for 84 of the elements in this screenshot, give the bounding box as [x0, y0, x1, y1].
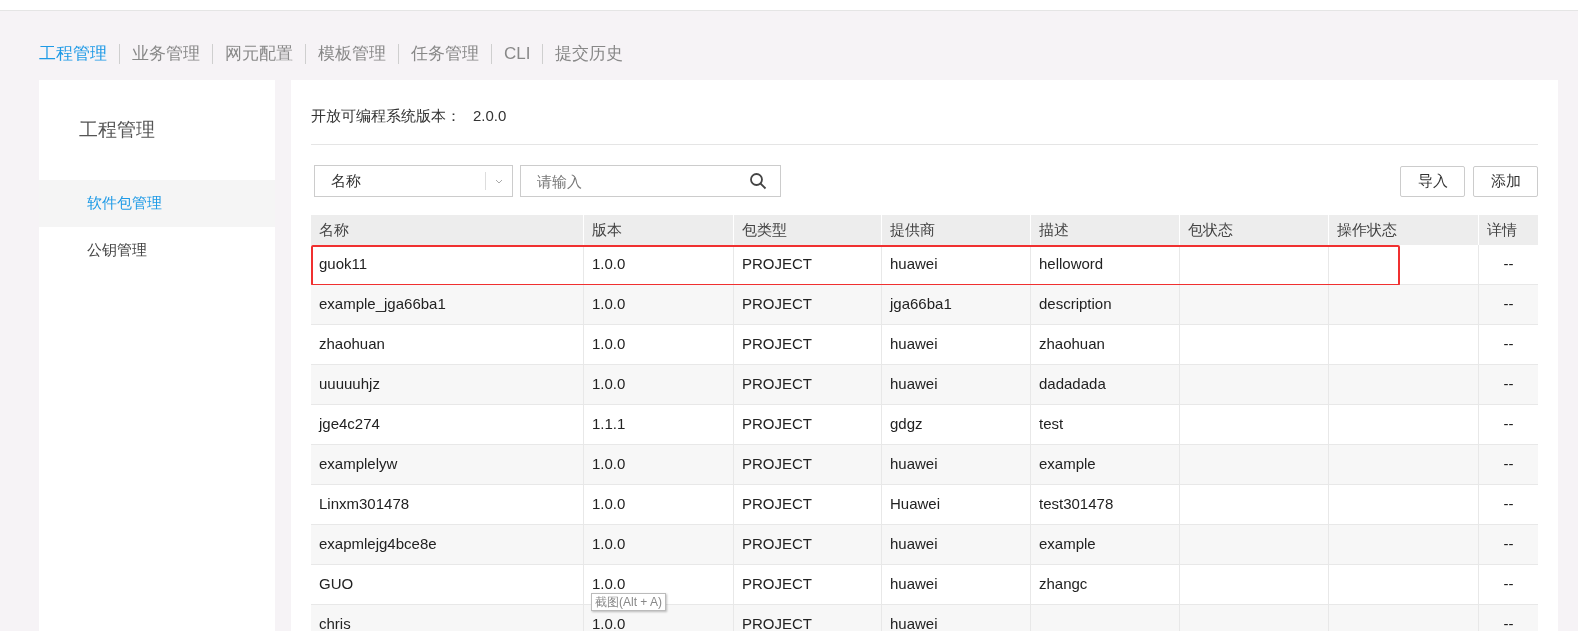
- nav-tab[interactable]: 模板管理: [318, 41, 386, 67]
- table-cell-text: GUO: [319, 574, 354, 595]
- nav-tab[interactable]: 工程管理: [39, 41, 107, 67]
- column-header: 提供商: [881, 215, 1030, 245]
- table-cell-text: 1.0.0: [592, 614, 626, 631]
- table-cell-text: Linxm301478: [319, 494, 410, 515]
- table-cell-text: gdgz: [890, 414, 923, 435]
- table-cell-text: --: [1503, 374, 1514, 395]
- table-cell-text: uuuuuhjz: [319, 374, 380, 395]
- column-header: 版本: [583, 215, 733, 245]
- table-cell-text: huawei: [890, 614, 938, 631]
- column-header: 描述: [1030, 215, 1179, 245]
- nav-tab[interactable]: 网元配置: [225, 41, 293, 67]
- table-cell-text: 1.0.0: [592, 374, 626, 395]
- field-select[interactable]: 名称: [314, 165, 513, 197]
- table-cell-text: test: [1039, 414, 1064, 435]
- table-cell-text: chris: [319, 614, 351, 631]
- table-cell-text: 1.1.1: [592, 414, 626, 435]
- table-cell-text: jge4c274: [319, 414, 380, 435]
- column-header: 包类型: [733, 215, 881, 245]
- table-cell-text: huawei: [890, 374, 938, 395]
- table-cell-text: 1.0.0: [592, 454, 626, 475]
- table-cell-text: Huawei: [890, 494, 941, 515]
- nav-tab[interactable]: 提交历史: [555, 41, 624, 67]
- tooltip: 截图(Alt + A): [591, 593, 666, 611]
- table-cell-text: zhaohuan: [1039, 334, 1105, 355]
- nav-tab[interactable]: 业务管理: [132, 41, 200, 67]
- table-cell-text: helloword: [1039, 254, 1104, 275]
- table-cell-text: PROJECT: [742, 254, 812, 275]
- table-cell-text: --: [1503, 254, 1514, 275]
- table-cell-text: zhangc: [1039, 574, 1088, 595]
- table-cell-text: 1.0.0: [592, 334, 626, 355]
- table-cell-text: test301478: [1039, 494, 1114, 515]
- search-icon: [749, 172, 767, 190]
- table-cell-text: 1.0.0: [592, 574, 626, 595]
- table-cell-text: dadadada: [1039, 374, 1106, 395]
- table-cell-text: --: [1503, 574, 1514, 595]
- table-cell-text: --: [1503, 454, 1514, 475]
- table-cell-text: huawei: [890, 454, 938, 475]
- sidebar-item[interactable]: 软件包管理: [39, 180, 275, 227]
- table-cell-text: example_jga66ba1: [319, 294, 446, 315]
- table-cell-text: exapmlejg4bce8e: [319, 534, 437, 555]
- table-cell-text: --: [1503, 334, 1514, 355]
- table-cell-text: examplelyw: [319, 454, 398, 475]
- select-value: 名称: [330, 170, 362, 191]
- version-value: 2.0.0: [473, 105, 507, 126]
- table-cell-text: --: [1503, 494, 1514, 515]
- table-cell-text: PROJECT: [742, 494, 812, 515]
- search-field[interactable]: 请输入: [520, 165, 781, 197]
- table-cell-text: 1.0.0: [592, 534, 626, 555]
- table-cell-text: guok11: [319, 254, 368, 275]
- table-cell-text: example: [1039, 534, 1096, 555]
- table-cell-text: example: [1039, 454, 1096, 475]
- table-cell-text: PROJECT: [742, 534, 812, 555]
- table-cell-text: PROJECT: [742, 414, 812, 435]
- table-cell-text: --: [1503, 614, 1514, 631]
- column-header: 名称: [318, 219, 350, 240]
- table-cell-text: 1.0.0: [592, 294, 626, 315]
- table-cell-text: description: [1039, 294, 1112, 315]
- table-cell-text: PROJECT: [742, 294, 812, 315]
- column-header: 包状态: [1179, 215, 1328, 245]
- sidebar-title: 工程管理: [78, 118, 156, 142]
- action-button[interactable]: 添加: [1473, 165, 1538, 197]
- table-cell-text: PROJECT: [742, 454, 812, 475]
- table-cell-text: --: [1503, 534, 1514, 555]
- table-cell-text: 1.0.0: [592, 494, 626, 515]
- table-cell-text: huawei: [890, 334, 938, 355]
- table-cell-text: PROJECT: [742, 374, 812, 395]
- table-cell-text: huawei: [890, 534, 938, 555]
- table-cell-text: huawei: [890, 254, 938, 275]
- nav-tab[interactable]: 任务管理: [411, 41, 479, 67]
- nav-tab[interactable]: CLI: [504, 41, 531, 67]
- table-cell-text: 1.0.0: [592, 254, 626, 275]
- table-cell-text: PROJECT: [742, 574, 812, 595]
- table-cell-text: zhaohuan: [319, 334, 385, 355]
- table-cell-text: --: [1503, 414, 1514, 435]
- action-button[interactable]: 导入: [1400, 165, 1465, 197]
- table-cell-text: PROJECT: [742, 614, 812, 631]
- table-cell-text: huawei: [890, 574, 938, 595]
- table-cell-text: PROJECT: [742, 334, 812, 355]
- table-cell-text: --: [1503, 294, 1514, 315]
- caret-icon: [495, 178, 503, 184]
- version-label: 开放可编程系统版本：: [311, 105, 461, 126]
- table-cell-text: jga66ba1: [890, 294, 952, 315]
